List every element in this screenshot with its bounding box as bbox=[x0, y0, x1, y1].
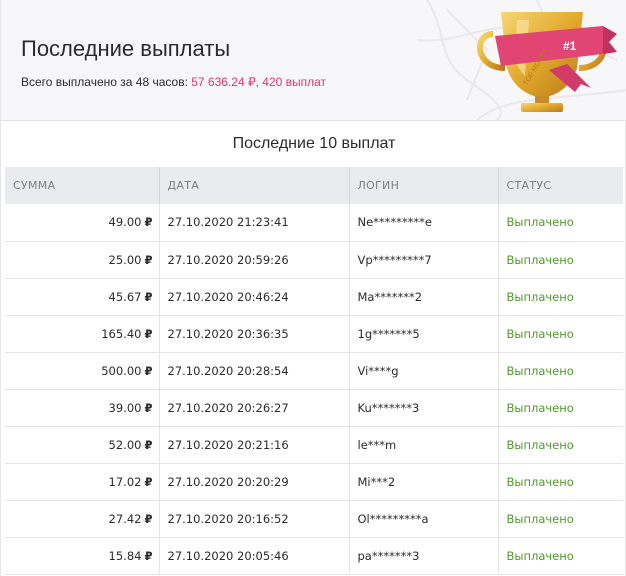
status-cell: Выплачено bbox=[506, 215, 574, 230]
table-row: 165.40 ₽ 27.10.2020 20:36:35 1g*******5 В… bbox=[5, 315, 623, 352]
login-cell: Ku*******3 bbox=[349, 389, 499, 426]
table-row: 25.00 ₽ 27.10.2020 20:59:26 Vp*********7 … bbox=[5, 241, 623, 278]
page-title: Последние выплаты bbox=[21, 36, 231, 61]
summary-amount: 57 636.24 ₽, bbox=[191, 75, 259, 89]
status-cell: Выплачено bbox=[506, 326, 574, 341]
date-cell: 27.10.2020 20:36:35 bbox=[159, 315, 350, 352]
status-cell: Выплачено bbox=[506, 511, 574, 526]
login-cell: pa*******3 bbox=[349, 537, 499, 574]
payouts-table: СУММА ДАТА ЛОГИН СТАТУС 49.00 ₽ 27.10.202… bbox=[5, 167, 623, 575]
date-cell: 27.10.2020 20:21:16 bbox=[159, 426, 350, 463]
table-caption: Последние 10 выплат bbox=[232, 135, 396, 152]
date-cell: 27.10.2020 20:20:29 bbox=[159, 463, 350, 500]
table-row: 15.84 ₽ 27.10.2020 20:05:46 pa*******3 Вы… bbox=[5, 537, 623, 574]
amount-cell: 165.40 ₽ bbox=[5, 315, 160, 352]
ruble-icon: ₽ bbox=[144, 400, 153, 415]
date-cell: 27.10.2020 20:59:26 bbox=[159, 241, 350, 278]
status-cell: Выплачено bbox=[506, 289, 574, 304]
table-row: 45.67 ₽ 27.10.2020 20:46:24 Ma*******2 Вы… bbox=[5, 278, 623, 315]
login-cell: Vi****g bbox=[349, 352, 499, 389]
amount-cell: 25.00 ₽ bbox=[5, 241, 160, 278]
date-cell: 27.10.2020 20:26:27 bbox=[159, 389, 350, 426]
ruble-icon: ₽ bbox=[144, 289, 153, 304]
payouts-widget: Последние выплаты Всего выплачено за 48 … bbox=[0, 0, 626, 576]
date-cell: 27.10.2020 20:16:52 bbox=[159, 500, 350, 537]
amount-cell: 49.00 ₽ bbox=[5, 204, 160, 241]
ruble-icon: ₽ bbox=[144, 437, 153, 452]
login-cell: Ne*********e bbox=[349, 204, 499, 241]
table-row: 52.00 ₽ 27.10.2020 20:21:16 le***m Выплач… bbox=[5, 426, 623, 463]
summary-count: 420 выплат bbox=[262, 75, 327, 89]
status-cell: Выплачено bbox=[506, 252, 574, 267]
table-row: 500.00 ₽ 27.10.2020 20:28:54 Vi****g Выпл… bbox=[5, 352, 623, 389]
status-cell: Выплачено bbox=[506, 474, 574, 489]
ruble-icon: ₽ bbox=[144, 363, 153, 378]
ruble-icon: ₽ bbox=[144, 215, 153, 230]
amount-cell: 15.84 ₽ bbox=[5, 537, 160, 574]
ruble-icon: ₽ bbox=[144, 511, 153, 526]
amount-cell: 17.02 ₽ bbox=[5, 463, 160, 500]
status-cell: Выплачено bbox=[506, 437, 574, 452]
payout-summary: Всего выплачено за 48 часов: 57 636.24 ₽… bbox=[21, 75, 326, 89]
column-header-status: СТАТУС bbox=[506, 179, 552, 192]
date-cell: 27.10.2020 20:28:54 bbox=[159, 352, 350, 389]
ruble-icon: ₽ bbox=[144, 474, 153, 489]
login-cell: Ma*******2 bbox=[349, 278, 499, 315]
date-cell: 27.10.2020 21:23:41 bbox=[159, 204, 350, 241]
table-row: 39.00 ₽ 27.10.2020 20:26:27 Ku*******3 Вы… bbox=[5, 389, 623, 426]
column-header-amount: СУММА bbox=[5, 167, 160, 204]
table-row: 49.00 ₽ 27.10.2020 21:23:41 Ne*********e … bbox=[5, 204, 623, 241]
status-cell: Выплачено bbox=[506, 548, 574, 563]
table-row: 27.42 ₽ 27.10.2020 20:16:52 Ol*********a … bbox=[5, 500, 623, 537]
amount-cell: 45.67 ₽ bbox=[5, 278, 160, 315]
login-cell: Ol*********a bbox=[349, 500, 499, 537]
ruble-icon: ₽ bbox=[144, 548, 153, 563]
table-row: 17.02 ₽ 27.10.2020 20:20:29 Mi***2 Выплач… bbox=[5, 463, 623, 500]
trophy-icon: #1 TOP MONEY bbox=[476, 12, 617, 112]
table-header-row: СУММА ДАТА ЛОГИН СТАТУС bbox=[5, 167, 623, 204]
ruble-icon: ₽ bbox=[144, 252, 153, 267]
login-cell: le***m bbox=[349, 426, 499, 463]
ruble-icon: ₽ bbox=[144, 326, 153, 341]
amount-cell: 52.00 ₽ bbox=[5, 426, 160, 463]
date-cell: 27.10.2020 20:05:46 bbox=[159, 537, 350, 574]
login-cell: 1g*******5 bbox=[349, 315, 499, 352]
login-cell: Vp*********7 bbox=[349, 241, 499, 278]
status-cell: Выплачено bbox=[506, 400, 574, 415]
date-cell: 27.10.2020 20:46:24 bbox=[159, 278, 350, 315]
amount-cell: 27.42 ₽ bbox=[5, 500, 160, 537]
column-header-date: ДАТА bbox=[159, 167, 350, 204]
summary-prefix: Всего выплачено за 48 часов: bbox=[21, 75, 188, 89]
amount-cell: 39.00 ₽ bbox=[5, 389, 160, 426]
trophy-badge: #1 bbox=[563, 39, 577, 53]
column-header-login: ЛОГИН bbox=[349, 167, 499, 204]
header-panel: Последние выплаты Всего выплачено за 48 … bbox=[1, 0, 626, 121]
amount-cell: 500.00 ₽ bbox=[5, 352, 160, 389]
login-cell: Mi***2 bbox=[349, 463, 499, 500]
status-cell: Выплачено bbox=[506, 363, 574, 378]
